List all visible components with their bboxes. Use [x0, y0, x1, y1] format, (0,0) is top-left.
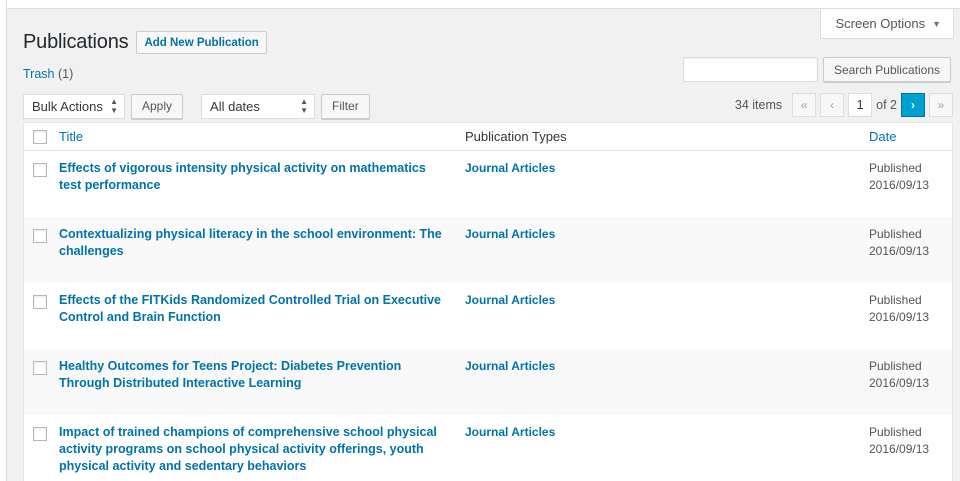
row-title-link[interactable]: Effects of vigorous intensity physical a… [59, 160, 465, 194]
row-status: Published [869, 161, 922, 175]
row-date: Published 2016/09/13 [869, 160, 929, 194]
tablenav-top: Bulk Actions ▲ ▼ Apply All dates ▲ ▼ Filte… [23, 92, 953, 120]
column-title-header[interactable]: Title [59, 129, 465, 144]
bulk-actions-select[interactable]: Bulk Actions ▲ ▼ [23, 93, 125, 119]
select-arrows-icon: ▲ ▼ [110, 97, 118, 115]
row-title-link[interactable]: Healthy Outcomes for Teens Project: Diab… [59, 358, 465, 392]
row-date-value: 2016/09/13 [869, 178, 930, 192]
table-row: Effects of vigorous intensity physical a… [24, 151, 952, 217]
screen-options-button[interactable]: Screen Options ▼ [820, 9, 954, 39]
row-checkbox[interactable] [33, 427, 47, 441]
pagination: 34 items « ‹ 1 of 2 › » [735, 93, 953, 117]
table-row: Contextualizing physical literacy in the… [24, 217, 952, 283]
row-date-value: 2016/09/13 [869, 310, 930, 324]
row-date: Published 2016/09/13 [869, 424, 929, 458]
page-header: Publications Add New Publication [23, 31, 267, 54]
page-title: Publications [23, 31, 129, 53]
column-date-header[interactable]: Date [869, 129, 896, 144]
add-new-publication-button[interactable]: Add New Publication [136, 31, 267, 54]
row-title-link[interactable]: Impact of trained champions of comprehen… [59, 424, 465, 475]
row-checkbox[interactable] [33, 229, 47, 243]
row-date-value: 2016/09/13 [869, 442, 930, 456]
select-arrows-icon: ▲ ▼ [300, 97, 309, 115]
row-status: Published [869, 359, 922, 373]
table-row: Effects of the FITKids Randomized Contro… [24, 283, 952, 349]
admin-menu-edge [0, 0, 7, 481]
row-date: Published 2016/09/13 [869, 292, 929, 326]
row-status: Published [869, 227, 922, 241]
first-page-icon: « [792, 93, 817, 117]
total-pages: of 2 [876, 98, 897, 112]
screen-options-label: Screen Options [835, 16, 926, 31]
row-type-link[interactable]: Journal Articles [465, 424, 869, 441]
row-type-link[interactable]: Journal Articles [465, 226, 869, 243]
row-date: Published 2016/09/13 [869, 226, 929, 260]
filter-button[interactable]: Filter [321, 93, 370, 119]
table-row: Impact of trained champions of comprehen… [24, 415, 952, 481]
prev-page-icon: ‹ [820, 93, 845, 117]
items-count: 34 items [734, 98, 783, 112]
publications-table: Title Publication Types Date Effects of … [23, 122, 953, 481]
last-page-icon[interactable]: » [929, 93, 953, 117]
dates-filter-value: All dates [210, 98, 260, 114]
views-filter: Trash (1) [23, 67, 73, 81]
admin-top-border [0, 0, 960, 9]
row-type-link[interactable]: Journal Articles [465, 160, 869, 177]
trash-link[interactable]: Trash [23, 67, 55, 81]
row-title-link[interactable]: Contextualizing physical literacy in the… [59, 226, 465, 260]
trash-count: (1) [57, 67, 74, 81]
row-type-link[interactable]: Journal Articles [465, 358, 869, 375]
caret-down-icon: ▼ [932, 18, 941, 29]
row-date-value: 2016/09/13 [869, 244, 930, 258]
column-types-header: Publication Types [465, 129, 567, 144]
bulk-actions-value: Bulk Actions [32, 98, 103, 114]
search-box: Search Publications [682, 57, 951, 82]
row-status: Published [869, 293, 922, 307]
search-input[interactable] [682, 57, 818, 82]
row-checkbox[interactable] [33, 361, 47, 375]
apply-button[interactable]: Apply [131, 93, 184, 119]
row-title-link[interactable]: Effects of the FITKids Randomized Contro… [59, 292, 465, 326]
row-date: Published 2016/09/13 [869, 358, 929, 392]
table-row: Healthy Outcomes for Teens Project: Diab… [24, 349, 952, 415]
select-all-checkbox[interactable] [33, 129, 47, 144]
table-header: Title Publication Types Date [24, 123, 952, 151]
dates-filter-select[interactable]: All dates ▲ ▼ [201, 93, 316, 119]
row-status: Published [869, 425, 922, 439]
row-checkbox[interactable] [33, 295, 47, 309]
row-date-value: 2016/09/13 [869, 376, 930, 390]
search-publications-button[interactable]: Search Publications [822, 57, 951, 82]
current-page-input[interactable]: 1 [848, 93, 873, 117]
row-checkbox[interactable] [33, 163, 47, 177]
row-type-link[interactable]: Journal Articles [465, 292, 869, 309]
next-page-button[interactable]: › [901, 93, 925, 117]
